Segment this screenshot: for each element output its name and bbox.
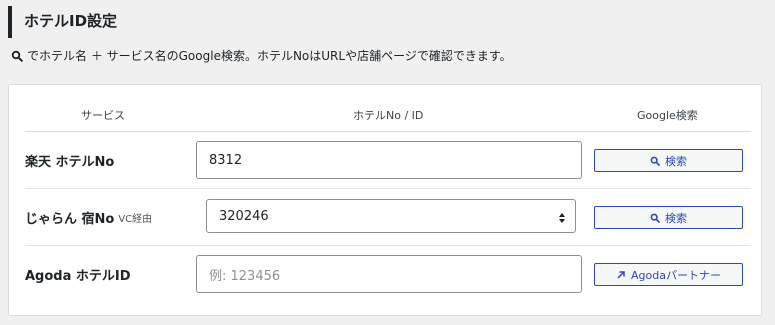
header-google-search: Google検索 [637,109,698,122]
jalan-hotel-no-input[interactable]: 320246 [206,199,576,233]
row-label-sub: VC経由 [118,213,153,225]
row-label: Agoda ホテルID [25,246,131,302]
row-label-text: 楽天 ホテルNo [25,154,115,170]
row-label: 楽天 ホテルNo [25,132,114,188]
number-stepper[interactable] [557,211,567,225]
external-arrow-icon [617,270,625,279]
search-hint: でホテル名 ＋ サービス名のGoogle検索。ホテルNoはURLや店舗ページで確… [11,46,512,66]
button-label: 検索 [665,211,687,225]
search-icon [650,213,660,223]
input-value: 320246 [219,208,269,224]
table-row-rakuten: 楽天 ホテルNo 8312 検索 [25,132,751,189]
search-hint-text: でホテル名 ＋ サービス名のGoogle検索。ホテルNoはURLや店舗ページで確… [27,49,512,63]
button-label: Agodaパートナー [631,268,721,282]
header-service: サービス [81,109,125,122]
agoda-partner-button[interactable]: Agodaパートナー [594,263,743,286]
search-icon [11,50,23,62]
rakuten-hotel-no-input[interactable]: 8312 [196,141,582,179]
jalan-search-button[interactable]: 検索 [594,206,743,229]
agoda-hotel-id-input[interactable]: 例: 123456 [196,255,582,293]
button-label: 検索 [665,154,687,168]
input-placeholder: 例: 123456 [209,268,281,284]
input-value: 8312 [209,152,243,168]
rakuten-search-button[interactable]: 検索 [594,149,743,172]
row-label-text: Agoda ホテルID [25,268,131,284]
hotel-id-card: サービス ホテルNo / ID Google検索 楽天 ホテルNo 8312 検… [8,84,762,316]
table-row-agoda: Agoda ホテルID 例: 123456 Agodaパートナー [25,246,751,302]
search-icon [650,156,660,166]
section-title: ホテルID設定 [24,12,118,30]
section-title-bar [8,6,12,38]
table-row-jalan: じゃらん 宿No VC経由 320246 検索 [25,189,751,246]
table-header: サービス ホテルNo / ID Google検索 [25,99,751,132]
header-hotel-id: ホテルNo / ID [353,109,424,122]
stepper-arrows-icon [559,213,565,223]
row-label: じゃらん 宿No VC経由 [25,189,152,245]
row-label-text: じゃらん 宿No [25,211,115,227]
